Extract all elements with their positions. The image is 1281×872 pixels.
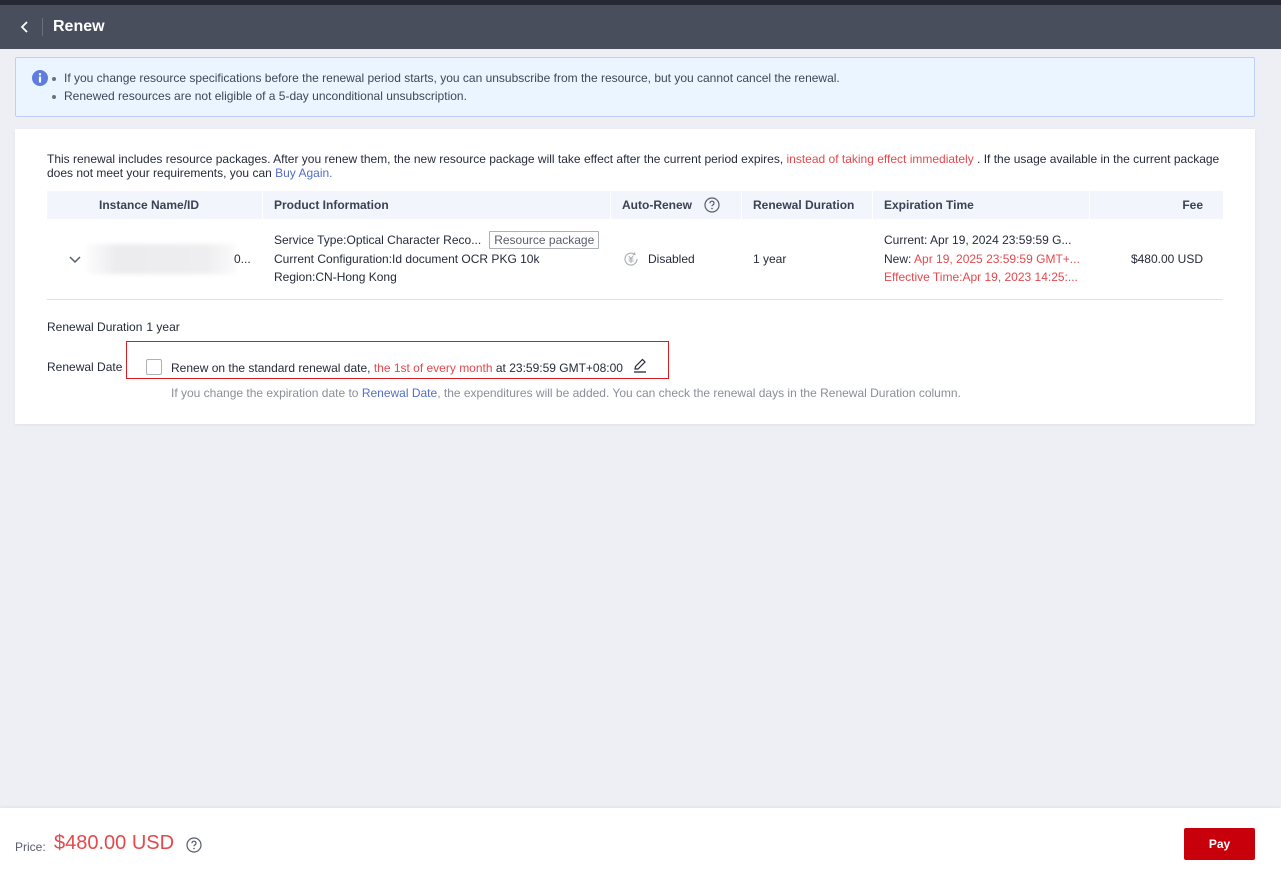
intro-text: This renewal includes resource packages.… [47,152,1220,180]
renewal-duration-row: Renewal Duration 1 year [47,320,180,334]
footer-bar: Price: $480.00 USD Pay [0,808,1281,872]
region: Region:CN-Hong Kong [274,270,397,285]
renewal-date-highlight-text: the 1st of every month [373,361,493,375]
standard-renewal-date-checkbox[interactable] [146,359,162,375]
notice-item: Renewed resources are not eligible of a … [50,87,1254,105]
renewal-card: This renewal includes resource packages.… [15,129,1255,424]
buy-again-link[interactable]: Buy Again. [275,166,332,180]
renewal-date-link[interactable]: Renewal Date [362,386,437,400]
renewal-date-label: Renewal Date [47,360,123,374]
column-header-duration: Renewal Duration [741,191,872,219]
back-button[interactable] [14,16,36,38]
product-info-cell: Service Type:Optical Character Reco... Re… [262,219,610,299]
instance-cell: 0... [47,219,262,299]
price-label: Price: [15,840,46,854]
effective-time: Effective Time:Apr 19, 2023 14:25:... [884,270,1078,285]
column-header-fee: Fee [1089,191,1223,219]
column-header-instance: Instance Name/ID [99,198,200,212]
resource-package-tag: Resource package [489,231,600,250]
price-value: $480.00 USD [54,832,175,854]
new-expiration: Apr 19, 2025 23:59:59 GMT+... [914,251,1080,266]
duration-cell: 1 year [753,252,787,266]
instance-name-redacted [87,244,235,274]
chevron-left-icon [20,21,28,33]
intro-highlight: instead of taking effect immediately [786,152,974,166]
header-divider [42,18,43,36]
renewal-duration-label: Renewal Duration [47,320,143,334]
renewal-date-hint: If you change the expiration date to Ren… [171,386,961,400]
renewal-date-text: Renew on the standard renewal date, the … [171,361,623,375]
auto-renew-status: Disabled [648,252,695,266]
info-notice: If you change resource specifications be… [15,57,1255,117]
chevron-down-icon[interactable] [67,251,83,267]
instance-id: 0... [234,252,251,266]
current-configuration: Current Configuration:Id document OCR PK… [274,251,540,266]
column-header-auto-renew: Auto-Renew [610,191,741,219]
notice-item: If you change resource specifications be… [50,69,1254,87]
page-title: Renew [53,18,105,35]
column-header-expiration: Expiration Time [872,191,1089,219]
edit-icon[interactable] [631,356,649,374]
auto-renew-icon [624,252,638,266]
expiration-cell: Current: Apr 19, 2024 23:59:59 G... New:… [872,219,1089,299]
auto-renew-cell: Disabled [610,219,741,299]
table-row: 0... Service Type:Optical Character Reco… [47,219,1223,300]
page-header: Renew [0,5,1281,49]
service-type: Service Type:Optical Character Reco... [274,233,482,248]
help-icon[interactable] [186,837,202,853]
column-header-product: Product Information [262,191,610,219]
pay-button[interactable]: Pay [1184,828,1255,860]
renewal-duration-value: 1 year [146,320,180,334]
renewal-table: Instance Name/ID Product Information Aut… [47,191,1223,300]
current-expiration: Apr 19, 2024 23:59:59 G... [930,233,1072,248]
help-icon[interactable] [704,197,720,213]
info-icon [32,70,48,86]
table-header: Instance Name/ID Product Information Aut… [47,191,1223,219]
fee-cell: $480.00 USD [1130,252,1203,266]
